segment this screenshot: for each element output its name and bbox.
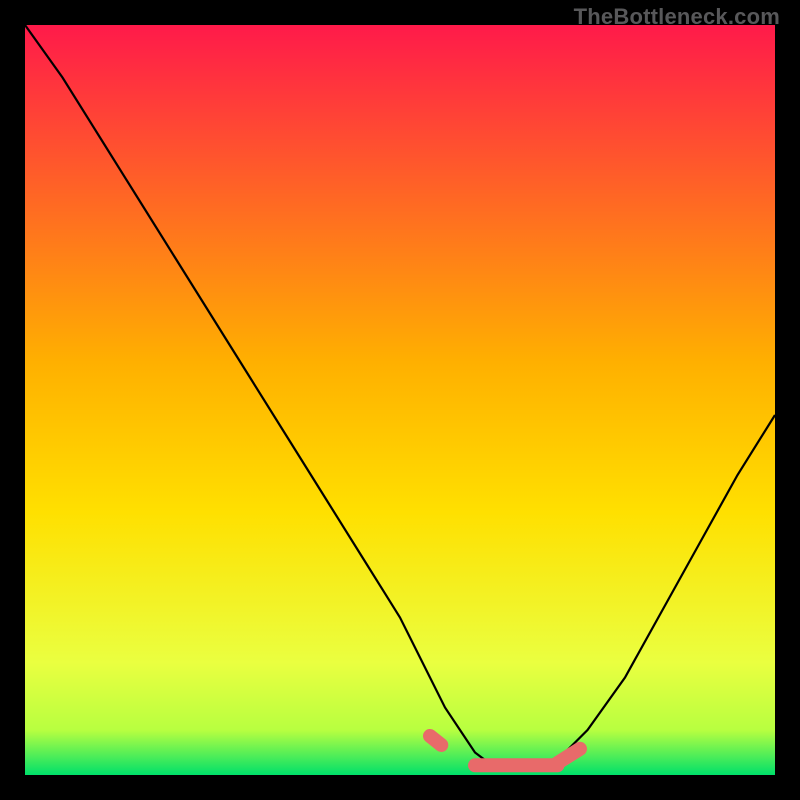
chart-container: TheBottleneck.com: [0, 0, 800, 800]
plot-area: [25, 25, 775, 775]
watermark-text: TheBottleneck.com: [574, 4, 780, 30]
highlight-left-dot: [430, 736, 441, 745]
gradient-bg: [25, 25, 775, 775]
chart-svg: [25, 25, 775, 775]
